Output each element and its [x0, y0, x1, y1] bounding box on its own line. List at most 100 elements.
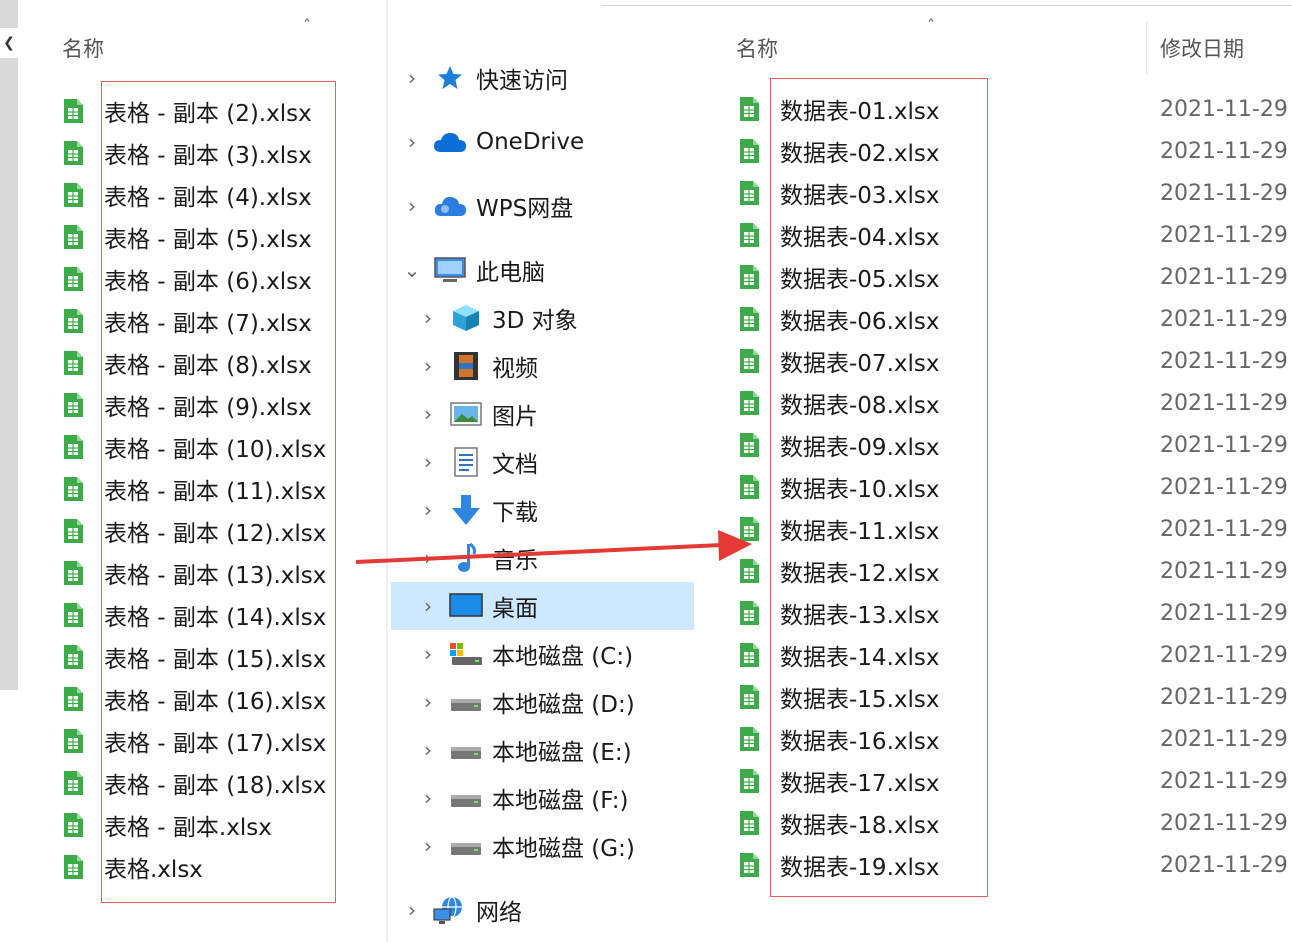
nav-item-network[interactable]: › 网络: [402, 886, 522, 934]
file-row[interactable]: 表格 - 副本 (10).xlsx: [62, 426, 326, 468]
nav-item-drive-g[interactable]: › 本地磁盘 (G:): [418, 822, 635, 870]
file-name: 表格 - 副本 (6).xlsx: [104, 269, 312, 295]
column-separator[interactable]: [1146, 22, 1147, 74]
file-row[interactable]: 数据表-03.xlsx 2021-11-29: [738, 172, 1292, 214]
nav-item-this-pc[interactable]: ⌄ 此电脑: [402, 246, 545, 294]
file-row[interactable]: 表格 - 副本.xlsx: [62, 804, 326, 846]
file-row[interactable]: 表格 - 副本 (2).xlsx: [62, 90, 326, 132]
file-row[interactable]: 数据表-05.xlsx 2021-11-29: [738, 256, 1292, 298]
nav-item-pictures[interactable]: › 图片: [418, 390, 538, 438]
chevron-right-icon[interactable]: ›: [418, 642, 438, 666]
file-row[interactable]: 数据表-07.xlsx 2021-11-29: [738, 340, 1292, 382]
nav-item-music[interactable]: › 音乐: [418, 534, 538, 582]
xlsx-file-icon: [64, 99, 83, 123]
file-row[interactable]: 数据表-12.xlsx 2021-11-29: [738, 550, 1292, 592]
file-name: 表格 - 副本 (7).xlsx: [104, 311, 312, 337]
modified-date: 2021-11-29: [1160, 348, 1288, 374]
file-row[interactable]: 表格 - 副本 (4).xlsx: [62, 174, 326, 216]
nav-item-drive-c[interactable]: › 本地磁盘 (C:): [418, 630, 633, 678]
file-row[interactable]: 数据表-18.xlsx 2021-11-29: [738, 802, 1292, 844]
chevron-right-icon[interactable]: ›: [418, 354, 438, 378]
nav-item-onedrive[interactable]: › OneDrive: [402, 118, 584, 166]
file-row[interactable]: 数据表-09.xlsx 2021-11-29: [738, 424, 1292, 466]
xlsx-file-icon: [740, 643, 759, 667]
file-name: 数据表-17.xlsx: [780, 771, 940, 797]
file-row[interactable]: 数据表-10.xlsx 2021-11-29: [738, 466, 1292, 508]
nav-label: 网络: [476, 900, 522, 926]
nav-item-drive-e[interactable]: › 本地磁盘 (E:): [418, 726, 632, 774]
file-row[interactable]: 表格 - 副本 (12).xlsx: [62, 510, 326, 552]
nav-item-wps-cloud[interactable]: › WPS网盘: [402, 182, 573, 230]
file-row[interactable]: 数据表-15.xlsx 2021-11-29: [738, 676, 1292, 718]
file-row[interactable]: 表格 - 副本 (17).xlsx: [62, 720, 326, 762]
file-name: 数据表-10.xlsx: [780, 477, 940, 503]
right-column-header-date[interactable]: 修改日期: [1160, 33, 1244, 63]
file-row[interactable]: 数据表-19.xlsx 2021-11-29: [738, 844, 1292, 886]
file-row[interactable]: 表格 - 副本 (18).xlsx: [62, 762, 326, 804]
chevron-right-icon[interactable]: ›: [418, 594, 438, 618]
file-row[interactable]: 数据表-02.xlsx 2021-11-29: [738, 130, 1292, 172]
left-scrollbar[interactable]: [0, 0, 18, 690]
right-column-header-name[interactable]: 名称: [736, 33, 778, 63]
chevron-right-icon[interactable]: ›: [418, 834, 438, 858]
file-row[interactable]: 表格 - 副本 (7).xlsx: [62, 300, 326, 342]
file-row[interactable]: 表格 - 副本 (5).xlsx: [62, 216, 326, 258]
nav-item-documents[interactable]: › 文档: [418, 438, 538, 486]
file-row[interactable]: 数据表-11.xlsx 2021-11-29: [738, 508, 1292, 550]
chevron-right-icon[interactable]: ›: [418, 498, 438, 522]
network-icon: [432, 894, 468, 926]
chevron-right-icon[interactable]: ›: [418, 546, 438, 570]
chevron-right-icon[interactable]: ›: [418, 786, 438, 810]
modified-date: 2021-11-29: [1160, 180, 1288, 206]
pane-divider[interactable]: [386, 0, 388, 942]
modified-date: 2021-11-29: [1160, 432, 1288, 458]
file-row[interactable]: 数据表-16.xlsx 2021-11-29: [738, 718, 1292, 760]
nav-item-videos[interactable]: › 视频: [418, 342, 538, 390]
top-border: [602, 0, 1292, 6]
file-row[interactable]: 表格 - 副本 (13).xlsx: [62, 552, 326, 594]
desktop-icon: [448, 590, 484, 622]
file-row[interactable]: 表格 - 副本 (8).xlsx: [62, 342, 326, 384]
chevron-right-icon[interactable]: ›: [402, 130, 422, 154]
file-row[interactable]: 数据表-08.xlsx 2021-11-29: [738, 382, 1292, 424]
file-row[interactable]: 数据表-01.xlsx 2021-11-29: [738, 88, 1292, 130]
chevron-right-icon[interactable]: ›: [418, 738, 438, 762]
xlsx-file-icon: [740, 601, 759, 625]
chevron-right-icon[interactable]: ›: [402, 194, 422, 218]
sort-ascending-icon: ˄: [303, 16, 311, 35]
file-row[interactable]: 数据表-04.xlsx 2021-11-29: [738, 214, 1292, 256]
nav-item-3d-objects[interactable]: › 3D 对象: [418, 294, 578, 342]
left-column-header-name[interactable]: 名称: [62, 33, 104, 63]
file-row[interactable]: 表格 - 副本 (11).xlsx: [62, 468, 326, 510]
nav-item-drive-f[interactable]: › 本地磁盘 (F:): [418, 774, 628, 822]
nav-item-desktop[interactable]: › 桌面: [418, 582, 538, 630]
file-name: 数据表-07.xlsx: [780, 351, 940, 377]
chevron-right-icon[interactable]: ›: [418, 690, 438, 714]
nav-item-quick-access[interactable]: › 快速访问: [402, 54, 568, 102]
file-row[interactable]: 表格 - 副本 (15).xlsx: [62, 636, 326, 678]
xlsx-file-icon: [64, 393, 83, 417]
chevron-right-icon[interactable]: ›: [418, 450, 438, 474]
file-row[interactable]: 数据表-14.xlsx 2021-11-29: [738, 634, 1292, 676]
file-name: 数据表-09.xlsx: [780, 435, 940, 461]
left-file-pane: ❮ 名称 ˄ 表格 - 副本 (2).xlsx 表格 - 副本 (3).xlsx 表…: [0, 0, 386, 942]
file-row[interactable]: 数据表-06.xlsx 2021-11-29: [738, 298, 1292, 340]
file-name: 数据表-03.xlsx: [780, 183, 940, 209]
nav-item-downloads[interactable]: › 下载: [418, 486, 538, 534]
file-row[interactable]: 表格 - 副本 (3).xlsx: [62, 132, 326, 174]
file-row[interactable]: 表格 - 副本 (16).xlsx: [62, 678, 326, 720]
chevron-right-icon[interactable]: ›: [418, 306, 438, 330]
chevron-right-icon[interactable]: ›: [402, 898, 422, 922]
file-row[interactable]: 表格.xlsx: [62, 846, 326, 888]
chevron-right-icon[interactable]: ›: [402, 66, 422, 90]
file-row[interactable]: 数据表-13.xlsx 2021-11-29: [738, 592, 1292, 634]
file-row[interactable]: 表格 - 副本 (6).xlsx: [62, 258, 326, 300]
chevron-down-icon[interactable]: ⌄: [402, 258, 422, 282]
file-row[interactable]: 表格 - 副本 (9).xlsx: [62, 384, 326, 426]
file-row[interactable]: 数据表-17.xlsx 2021-11-29: [738, 760, 1292, 802]
chevron-right-icon[interactable]: ›: [418, 402, 438, 426]
nav-item-drive-d[interactable]: › 本地磁盘 (D:): [418, 678, 635, 726]
file-row[interactable]: 表格 - 副本 (14).xlsx: [62, 594, 326, 636]
scroll-up-icon[interactable]: ❮: [0, 28, 18, 58]
modified-date: 2021-11-29: [1160, 264, 1288, 290]
